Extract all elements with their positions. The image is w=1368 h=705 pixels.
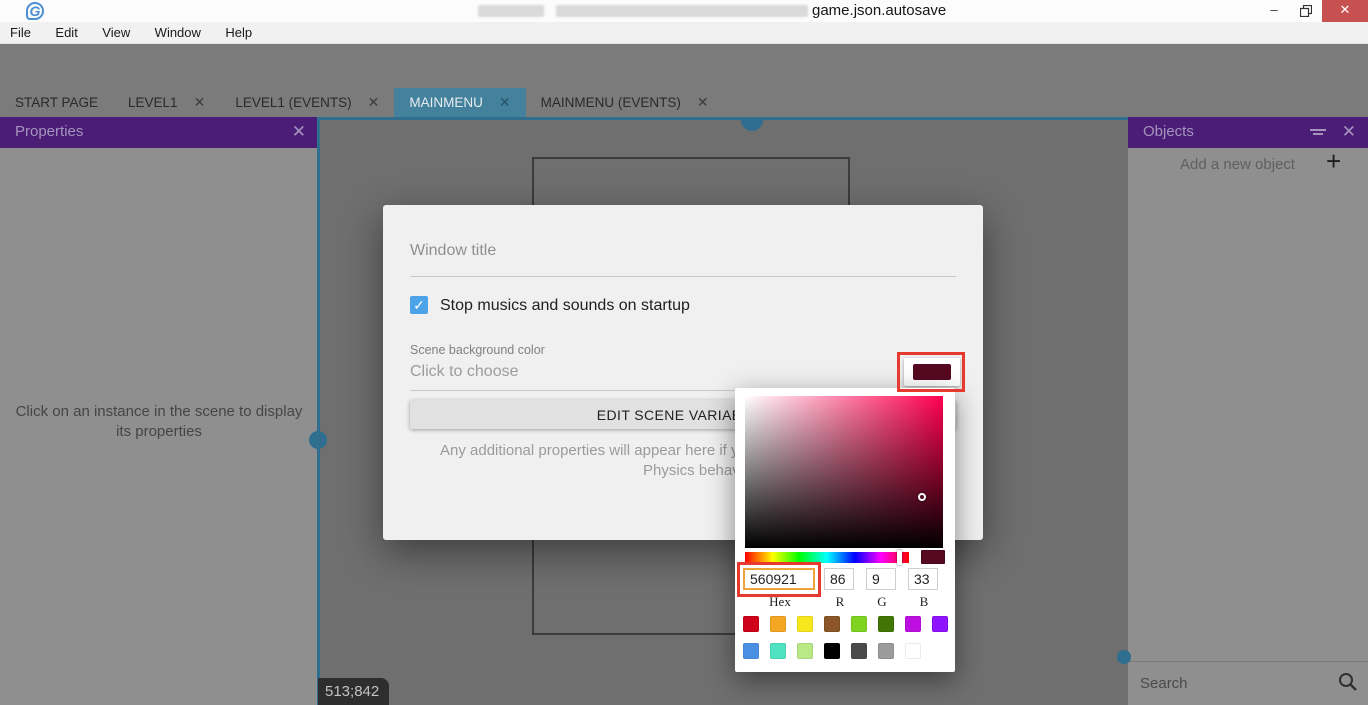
red-input[interactable]	[824, 568, 854, 590]
close-button[interactable]: ✕	[1322, 0, 1368, 22]
preset-swatch[interactable]	[824, 616, 840, 632]
preset-swatch[interactable]	[797, 616, 813, 632]
tab-level1-events[interactable]: LEVEL1 (EVENTS) ✕	[220, 88, 394, 117]
title-bar: G game.json.autosave – ✕	[0, 0, 1368, 22]
filter-icon[interactable]	[1310, 126, 1326, 135]
blue-input[interactable]	[908, 568, 938, 590]
properties-empty-message: Click on an instance in the scene to dis…	[9, 402, 309, 442]
selection-edge-left	[317, 117, 320, 705]
tab-bar: START PAGE LEVEL1 ✕ LEVEL1 (EVENTS) ✕ MA…	[0, 88, 1368, 117]
preset-swatch[interactable]	[797, 643, 813, 659]
gdevelop-window: G game.json.autosave – ✕ File Edit View …	[0, 0, 1368, 705]
window-title-field[interactable]: Window title	[410, 242, 496, 260]
window-title-text: game.json.autosave	[812, 0, 946, 22]
objects-panel-title: Objects	[1143, 123, 1194, 140]
preset-swatch[interactable]	[878, 616, 894, 632]
field-underline	[410, 276, 956, 277]
preset-swatch[interactable]	[743, 616, 759, 632]
properties-panel-header: Properties ✕	[0, 117, 318, 148]
preset-swatch[interactable]	[851, 616, 867, 632]
tab-close-icon[interactable]: ✕	[194, 94, 206, 111]
b-label: B	[908, 594, 940, 610]
selection-edge-top	[318, 117, 1128, 120]
current-color-preview	[921, 550, 945, 564]
tab-start-page[interactable]: START PAGE	[0, 88, 113, 117]
scene-bg-color-label: Scene background color	[410, 343, 545, 357]
preset-swatch[interactable]	[932, 616, 948, 632]
tab-mainmenu-events[interactable]: MAINMENU (EVENTS) ✕	[526, 88, 724, 117]
preset-swatch[interactable]	[743, 643, 759, 659]
close-icon[interactable]: ✕	[292, 122, 306, 142]
preset-swatch[interactable]	[851, 643, 867, 659]
hex-input[interactable]	[743, 568, 815, 590]
properties-panel-title: Properties	[15, 123, 83, 140]
objects-panel: Objects ✕ Add a new object +	[1128, 117, 1368, 705]
tab-close-icon[interactable]: ✕	[499, 94, 511, 111]
menu-bar: File Edit View Window Help	[0, 22, 1368, 44]
tab-level1[interactable]: LEVEL1 ✕	[113, 88, 220, 117]
tab-mainmenu[interactable]: MAINMENU ✕	[394, 88, 525, 117]
minimize-button[interactable]: –	[1258, 0, 1290, 22]
selection-handle-right[interactable]	[1117, 650, 1131, 664]
add-object-label: Add a new object	[1180, 156, 1295, 173]
menu-help[interactable]: Help	[215, 22, 262, 44]
object-search-input[interactable]	[1140, 668, 1325, 698]
selection-handle-left[interactable]	[309, 431, 327, 449]
saturation-cursor[interactable]	[918, 493, 926, 501]
preset-swatch[interactable]	[770, 643, 786, 659]
redacted-text	[478, 5, 544, 17]
scene-bg-color-field[interactable]: Click to choose	[410, 363, 519, 381]
scene-bg-color-swatch-button[interactable]	[904, 358, 960, 386]
tab-close-icon[interactable]: ✕	[697, 94, 709, 111]
green-input[interactable]	[866, 568, 896, 590]
menu-window[interactable]: Window	[145, 22, 211, 44]
objects-panel-header: Objects ✕	[1128, 117, 1368, 148]
app-logo-icon: G	[26, 2, 44, 20]
helper-text-line1: Any additional properties will appear he…	[440, 442, 747, 459]
preset-swatch[interactable]	[824, 643, 840, 659]
close-icon[interactable]: ✕	[1342, 122, 1356, 142]
stop-sounds-checkbox[interactable]: ✓	[410, 296, 428, 314]
search-icon	[1338, 672, 1357, 691]
stop-sounds-label: Stop musics and sounds on startup	[440, 297, 690, 315]
cursor-coordinates: 513;842	[318, 678, 389, 705]
menu-edit[interactable]: Edit	[45, 22, 87, 44]
add-object-button[interactable]: +	[1326, 146, 1341, 177]
tab-close-icon[interactable]: ✕	[368, 94, 380, 111]
saturation-gradient[interactable]	[745, 396, 943, 548]
color-picker-popup: Hex R G B	[735, 388, 955, 672]
properties-panel: Properties ✕ Click on an instance in the…	[0, 117, 318, 705]
preset-swatch[interactable]	[905, 616, 921, 632]
preset-swatch[interactable]	[905, 643, 921, 659]
menu-view[interactable]: View	[92, 22, 140, 44]
divider	[1128, 661, 1368, 662]
restore-button[interactable]	[1290, 0, 1322, 22]
toolbar: 1:1	[0, 44, 1368, 88]
hex-label: Hex	[743, 594, 817, 610]
preset-swatch[interactable]	[878, 643, 894, 659]
preset-swatch[interactable]	[770, 616, 786, 632]
redacted-text	[556, 5, 808, 17]
menu-file[interactable]: File	[0, 22, 41, 44]
r-label: R	[824, 594, 856, 610]
hue-slider-handle[interactable]	[897, 550, 902, 565]
hue-slider-bar[interactable]	[745, 552, 909, 563]
g-label: G	[866, 594, 898, 610]
current-color-swatch	[913, 364, 951, 380]
